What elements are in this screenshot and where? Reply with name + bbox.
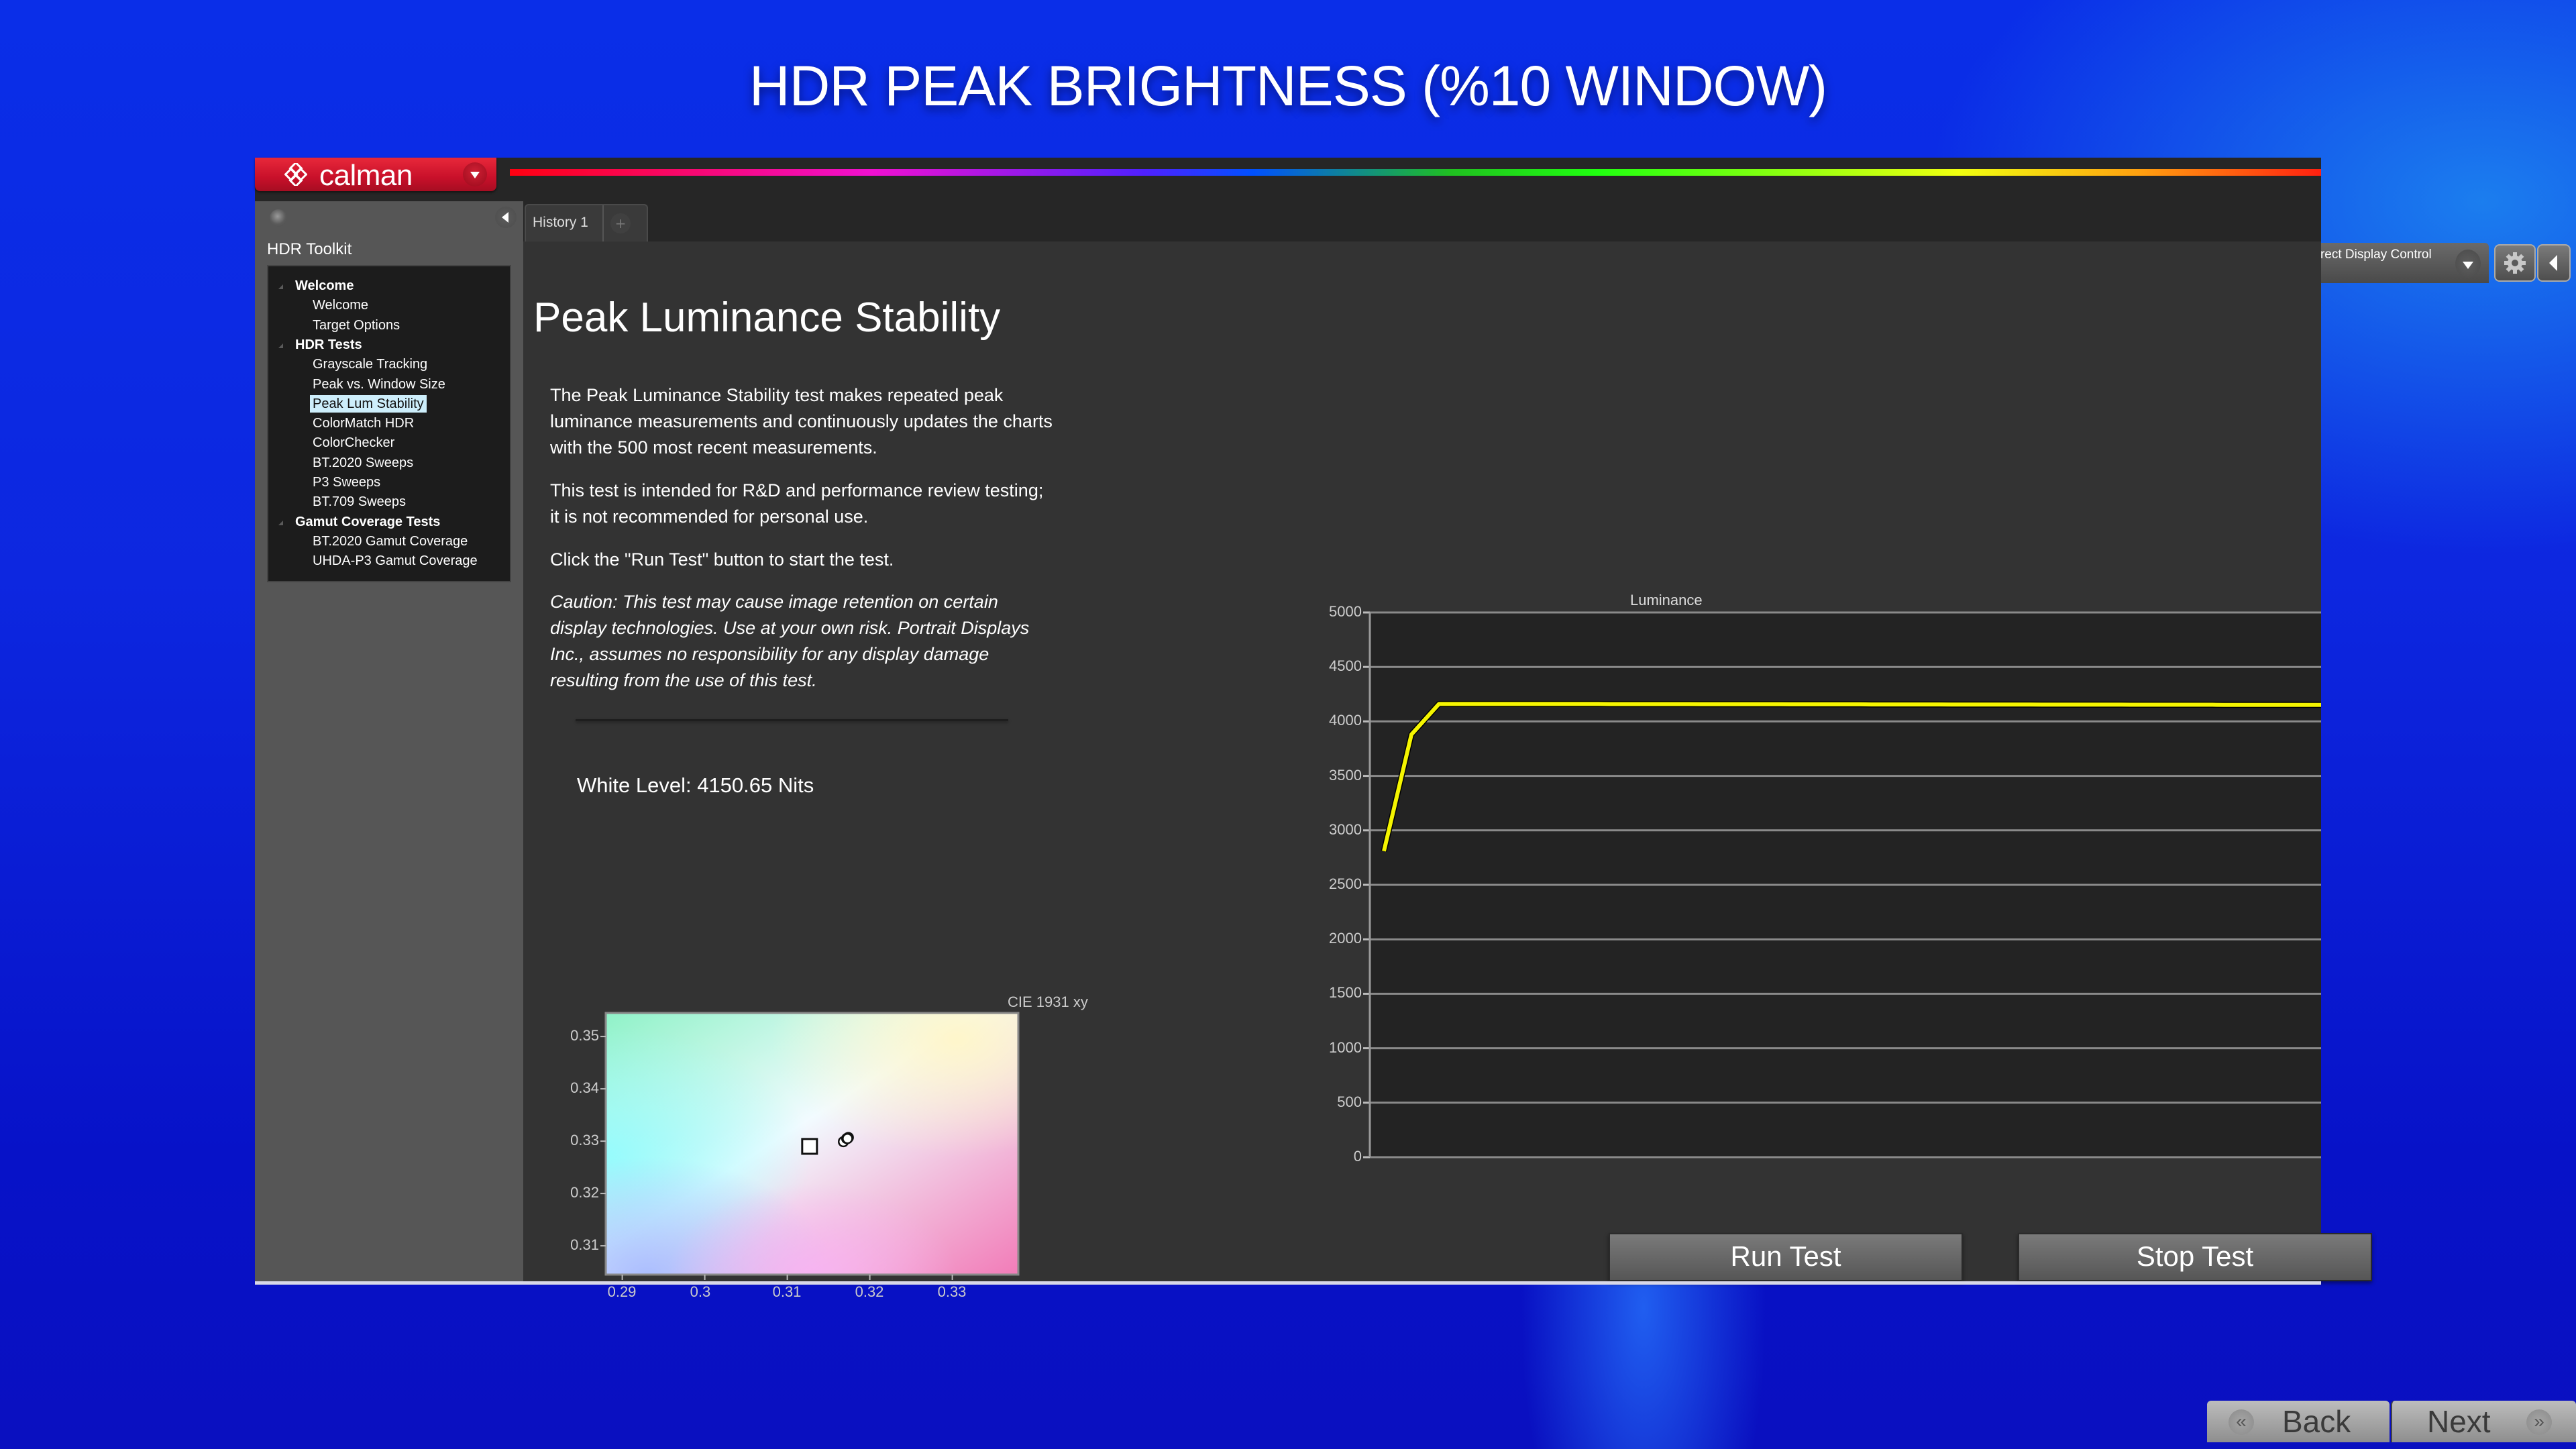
tree-item[interactable]: Target Options <box>313 317 400 334</box>
y-tick-label: 0.34 <box>570 1079 599 1097</box>
y-tick-label: 3000 <box>1329 820 1362 838</box>
tree-item[interactable]: Grayscale Tracking <box>313 356 427 373</box>
y-tick-label: 4000 <box>1329 712 1362 729</box>
y-tick-label: 2500 <box>1329 875 1362 892</box>
chevron-down-icon[interactable] <box>2455 250 2481 278</box>
workflow-tree: Welcome Welcome Target Options HDR Tests Gra… <box>267 265 511 582</box>
y-tick-label: 0.35 <box>570 1027 599 1044</box>
run-test-button[interactable]: Run Test <box>1609 1233 1963 1281</box>
tree-item[interactable]: Peak vs. Window Size <box>313 376 445 393</box>
tab-history-1[interactable]: History 1 + <box>525 204 648 241</box>
x-tick-label: 0.32 <box>855 1283 884 1300</box>
y-tick-label: 1000 <box>1329 1038 1362 1056</box>
tree-item[interactable]: BT.709 Sweeps <box>313 493 406 511</box>
expand-arrow-icon[interactable] <box>278 520 283 525</box>
calman-logo-text: calman <box>319 159 413 192</box>
double-chevron-left-icon: « <box>2229 1409 2254 1435</box>
sidebar-title: HDR Toolkit <box>267 240 352 258</box>
x-tick-label: 0.29 <box>607 1283 637 1300</box>
tab-bar: History 1 + SpectraCal C6Hisense UX Spec… <box>523 201 2571 283</box>
chevron-left-icon <box>2549 255 2557 271</box>
tree-group[interactable]: Welcome <box>295 277 354 294</box>
y-tick-label: 0.31 <box>570 1236 599 1254</box>
tree-item[interactable]: ColorChecker <box>313 434 394 451</box>
x-tick-label: 0.33 <box>937 1283 967 1300</box>
main-content: Peak Luminance Stability The Peak Lumina… <box>523 241 2576 1442</box>
settings-button[interactable] <box>2494 244 2536 282</box>
next-button[interactable]: Next » <box>2391 1401 2576 1442</box>
add-tab-icon[interactable]: + <box>610 213 631 233</box>
calman-menu-button[interactable]: calman <box>255 158 496 192</box>
gear-icon <box>2504 252 2526 274</box>
device-label: Direct Display Control <box>2308 248 2432 262</box>
sidebar: HDR Toolkit Welcome Welcome Target Options… <box>255 201 523 1285</box>
y-tick-label: 0 <box>1353 1148 1362 1165</box>
banner-title: HDR PEAK BRIGHTNESS (%10 WINDOW) <box>749 54 1827 117</box>
tree-item[interactable]: P3 Sweeps <box>313 474 380 491</box>
collapse-panel-button[interactable] <box>2537 244 2571 282</box>
tree-item[interactable]: ColorMatch HDR <box>313 415 414 432</box>
status-dot-icon[interactable] <box>270 209 287 227</box>
y-tick-label: 2000 <box>1329 930 1362 947</box>
x-tick-label: 0.3 <box>690 1283 711 1300</box>
rainbow-bar <box>510 169 2321 176</box>
y-tick-label: 5000 <box>1329 603 1362 620</box>
tree-item[interactable]: Welcome <box>313 297 368 314</box>
window-bottom-border <box>255 1281 2321 1285</box>
y-tick-label: 4500 <box>1329 657 1362 675</box>
back-label: Back <box>2282 1404 2351 1439</box>
tree-item[interactable]: Peak Lum Stability <box>310 394 427 413</box>
tree-item[interactable]: BT.2020 Sweeps <box>313 454 413 472</box>
tab-label: History 1 <box>533 215 588 230</box>
calman-window: calman HDR Toolkit Welcome Welcome Target … <box>255 158 2576 1442</box>
tree-item[interactable]: BT.2020 Gamut Coverage <box>313 533 468 550</box>
tree-group[interactable]: Gamut Coverage Tests <box>295 513 440 531</box>
collapse-sidebar-icon[interactable] <box>495 207 517 228</box>
expand-arrow-icon[interactable] <box>278 343 283 348</box>
y-tick-label: 0.32 <box>570 1184 599 1201</box>
y-tick-label: 3500 <box>1329 766 1362 784</box>
device-display-selector[interactable]: Direct Display Control <box>2298 243 2489 283</box>
y-tick-label: 500 <box>1337 1093 1362 1110</box>
back-button[interactable]: « Back <box>2207 1401 2390 1442</box>
chevron-down-icon[interactable] <box>463 162 487 186</box>
tree-item[interactable]: UHDA-P3 Gamut Coverage <box>313 552 478 570</box>
tree-group[interactable]: HDR Tests <box>295 336 362 354</box>
tab-separator <box>602 205 604 241</box>
x-tick-label: 0.31 <box>772 1283 802 1300</box>
double-chevron-right-icon: » <box>2526 1409 2552 1435</box>
next-label: Next <box>2427 1404 2491 1439</box>
y-tick-label: 0.33 <box>570 1132 599 1149</box>
luminance-chart <box>1363 611 2321 1159</box>
stop-test-button[interactable]: Stop Test <box>2018 1233 2372 1281</box>
y-tick-label: 1500 <box>1329 984 1362 1002</box>
calman-logo-icon <box>284 163 307 186</box>
expand-arrow-icon[interactable] <box>278 284 283 289</box>
